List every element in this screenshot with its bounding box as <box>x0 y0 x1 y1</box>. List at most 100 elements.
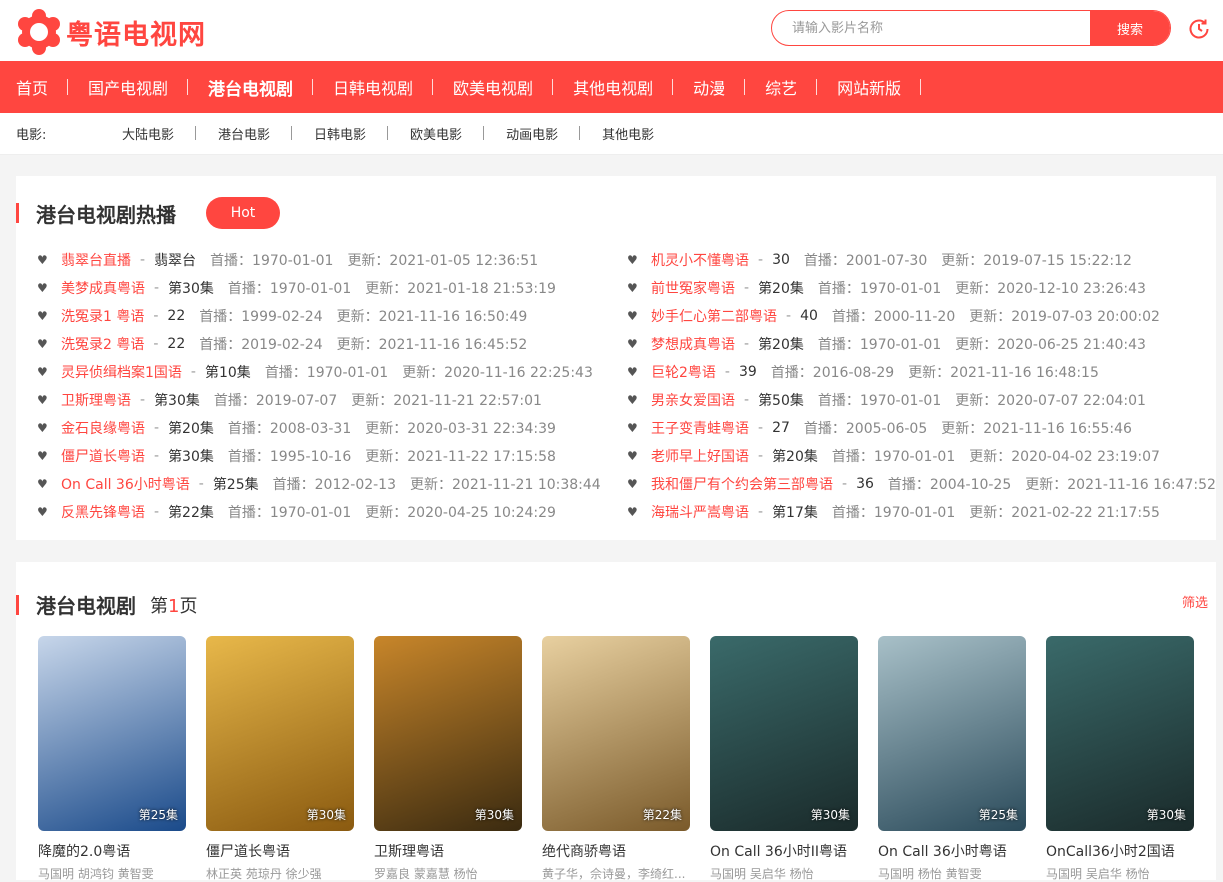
hot-show-title[interactable]: 王子变青蛙粤语 <box>651 418 749 438</box>
show-card[interactable]: 第22集 绝代商骄粤语 黄子华，佘诗曼，李绮红... <box>542 636 690 882</box>
premiere-date: 首播：1970-01-01 <box>831 505 956 521</box>
hot-row: ♥ 巨轮2粤语 -39 首播：2016-08-29 更新：2021-11-16 16:4… <box>627 358 1216 386</box>
premiere-date: 首播：1995-10-16 <box>227 449 352 465</box>
nav-item[interactable]: 网站新版 <box>821 61 922 113</box>
episode-info: 第20集 <box>168 421 214 437</box>
hot-show-title[interactable]: 卫斯理粤语 <box>61 390 131 410</box>
nav-item[interactable]: 港台电视剧 <box>192 61 314 113</box>
update-time: 更新：2020-06-25 21:40:43 <box>955 337 1146 353</box>
filter-link[interactable]: 筛选 <box>1182 592 1208 611</box>
show-poster[interactable]: 第30集 <box>710 636 858 831</box>
show-poster[interactable]: 第22集 <box>542 636 690 831</box>
show-title[interactable]: On Call 36小时II粤语 <box>710 841 858 861</box>
show-poster[interactable]: 第30集 <box>206 636 354 831</box>
subnav-item[interactable]: 大陆电影 <box>100 124 197 143</box>
show-poster[interactable]: 第30集 <box>1046 636 1194 831</box>
nav-item[interactable]: 国产电视剧 <box>72 61 189 113</box>
episode-info: 第10集 <box>204 365 251 381</box>
hot-show-title[interactable]: 僵尸道长粤语 <box>61 446 145 466</box>
hot-row: ♥ 男亲女爱国语 - 第50集 首播：1970-01-01 更新：2020-07-07 2… <box>627 386 1216 414</box>
premiere-date: 首播：1999-02-24 <box>199 309 323 325</box>
show-poster[interactable]: 第25集 <box>878 636 1026 831</box>
episode-badge: 第25集 <box>978 808 1018 822</box>
separator: - <box>154 280 160 296</box>
show-card[interactable]: 第30集僵尸道长粤语林正英 苑琼丹 徐少强 <box>206 636 354 882</box>
hot-show-title[interactable]: 灵异侦缉档案1国语 <box>61 362 182 382</box>
heart-icon: ♥ <box>37 365 48 379</box>
search-input[interactable] <box>772 11 1090 45</box>
show-card[interactable]: 第25集 降魔的2.0粤语 马国明 胡鸿钧 黄智雯 <box>38 636 186 882</box>
nav-item[interactable]: 动漫 <box>677 61 746 113</box>
separator: - <box>842 476 848 492</box>
show-cast: 林正英 苑琼丹 徐少强 <box>206 867 322 881</box>
show-title[interactable]: 卫斯理粤语 <box>374 841 522 861</box>
heart-icon: ♥ <box>37 253 48 267</box>
hot-show-title[interactable]: 洗冤录2 粤语 <box>61 334 144 354</box>
show-title[interactable]: OnCall36小时2国语 <box>1046 841 1194 861</box>
logo-flower-icon <box>16 9 62 55</box>
premiere-date: 首播：2012-02-13 <box>272 477 397 493</box>
history-clock-icon[interactable] <box>1187 17 1211 41</box>
nav-item[interactable]: 综艺 <box>749 61 818 113</box>
hot-show-title[interactable]: On Call 36小时粤语 <box>61 474 190 494</box>
hot-show-title[interactable]: 妙手仁心第二部粤语 <box>651 306 777 326</box>
premiere-date: 首播：1970-01-01 <box>817 393 942 409</box>
show-title[interactable]: 绝代商骄粤语 <box>542 841 690 861</box>
subnav-item[interactable]: 动画电影 <box>484 124 581 143</box>
show-poster[interactable]: 第30集 <box>374 636 522 831</box>
hot-show-title[interactable]: 机灵小不懂粤语 <box>651 250 749 270</box>
hot-show-title[interactable]: 我和僵尸有个约会第三部粤语 <box>651 474 833 494</box>
hot-show-title[interactable]: 海瑞斗严嵩粤语 <box>651 502 749 522</box>
logo-text: 粤语电视网 <box>66 19 206 51</box>
hot-show-title[interactable]: 老师早上好国语 <box>651 446 749 466</box>
hot-show-title[interactable]: 洗冤录1 粤语 <box>61 306 144 326</box>
hot-show-title[interactable]: 美梦成真粤语 <box>61 278 145 298</box>
separator: - <box>154 420 160 436</box>
hot-row: ♥ 梦想成真粤语 - 第20集 首播：1970-01-01 更新：2020-06-25 2… <box>627 330 1216 358</box>
hot-show-title[interactable]: 男亲女爱国语 <box>651 390 735 410</box>
list-section: 港台电视剧 第1页 筛选 第25集 降魔的2.0粤语 马国明 胡鸿钧 黄智雯 第30集… <box>16 562 1216 882</box>
subnav-label: 电影: <box>16 128 47 143</box>
hot-show-title[interactable]: 反黑先锋粤语 <box>61 502 145 522</box>
show-card[interactable]: 第25集 On Call 36小时粤语 马国明 杨怡 黄智雯 <box>878 636 1026 882</box>
hot-list-left: ♥ 翡翠台直播 - 翡翠台 首播：1970-01-01 更新：2021-01-05 12:… <box>37 246 601 526</box>
show-title[interactable]: 降魔的2.0粤语 <box>38 841 186 861</box>
hot-show-title[interactable]: 金石良缘粤语 <box>61 418 145 438</box>
heart-icon: ♥ <box>37 309 48 323</box>
list-section-title: 港台电视剧 <box>36 594 136 618</box>
hot-row: ♥ 僵尸道长粤语 - 第30集 首播：1995-10-16 更新：2021-11-22 1… <box>37 442 601 470</box>
nav-item[interactable]: 欧美电视剧 <box>437 61 554 113</box>
search-button[interactable]: 搜索 <box>1090 11 1170 45</box>
subnav-item[interactable]: 欧美电影 <box>388 124 485 143</box>
episode-info: 第30集 <box>168 281 214 297</box>
episode-info: 39 <box>738 364 757 380</box>
site-logo[interactable]: 粤语电视网 <box>16 9 206 55</box>
subnav-item[interactable]: 其他电影 <box>580 124 676 143</box>
episode-badge: 第25集 <box>138 808 178 822</box>
hot-row: ♥ 翡翠台直播 - 翡翠台 首播：1970-01-01 更新：2021-01-05 12:… <box>37 246 601 274</box>
nav-item[interactable]: 其他电视剧 <box>557 61 674 113</box>
show-title[interactable]: 僵尸道长粤语 <box>206 841 354 861</box>
hot-show-title[interactable]: 梦想成真粤语 <box>651 334 735 354</box>
show-card[interactable]: 第30集 OnCall36小时2国语 马国明 吴启华 杨怡 <box>1046 636 1194 882</box>
episode-info: 第17集 <box>772 505 818 521</box>
update-time: 更新：2021-11-16 16:45:52 <box>336 337 528 353</box>
show-poster[interactable]: 第25集 <box>38 636 186 831</box>
hot-show-title[interactable]: 翡翠台直播 <box>61 250 131 270</box>
show-card[interactable]: 第30集 On Call 36小时II粤语 马国明 吴启华 杨怡 <box>710 636 858 882</box>
subnav-item[interactable]: 日韩电影 <box>292 124 389 143</box>
hot-show-title[interactable]: 巨轮2粤语 <box>651 362 716 382</box>
episode-info: 第22集 <box>168 505 214 521</box>
premiere-date: 首播：2019-02-24 <box>199 337 323 353</box>
episode-info: 22 <box>167 308 186 324</box>
show-card[interactable]: 第30集 卫斯理粤语 罗嘉良 蒙嘉慧 杨怡 <box>374 636 522 882</box>
hot-show-title[interactable]: 前世冤家粤语 <box>651 278 735 298</box>
nav-item[interactable]: 首页 <box>0 61 69 113</box>
update-time: 更新：2020-11-16 22:25:43 <box>402 365 593 381</box>
nav-item[interactable]: 日韩电视剧 <box>317 61 434 113</box>
subnav-item[interactable]: 港台电影 <box>196 124 293 143</box>
hot-badge[interactable]: Hot <box>206 197 280 229</box>
hot-row: ♥ 老师早上好国语 - 第20集 首播：1970-01-01 更新：2020-04-02 … <box>627 442 1216 470</box>
episode-badge: 第30集 <box>810 808 850 822</box>
show-title[interactable]: On Call 36小时粤语 <box>878 841 1026 861</box>
